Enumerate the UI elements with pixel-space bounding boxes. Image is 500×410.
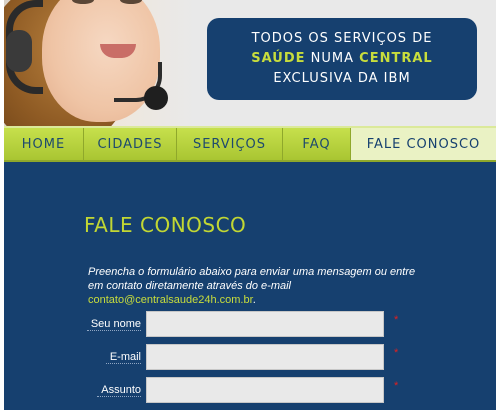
form-row-name: Seu nome * <box>4 311 496 339</box>
email-field[interactable] <box>146 344 384 370</box>
name-field[interactable] <box>146 311 384 337</box>
form-row-email: E-mail * <box>4 344 496 372</box>
nav-item-faq[interactable]: FAQ <box>283 128 351 160</box>
page: TODOS OS SERVIÇOS DE SAÚDE NUMA CENTRAL … <box>4 0 496 410</box>
required-mark: * <box>394 380 399 392</box>
required-mark: * <box>394 314 399 326</box>
nav-item-home[interactable]: HOME <box>4 128 84 160</box>
subject-field[interactable] <box>146 377 384 403</box>
banner-line-2: SAÚDE NUMA CENTRAL <box>251 51 433 66</box>
nav-item-servicos[interactable]: SERVIÇOS <box>177 128 283 160</box>
promo-banner: TODOS OS SERVIÇOS DE SAÚDE NUMA CENTRAL … <box>207 18 477 100</box>
intro-text: Preencha o formulário abaixo para enviar… <box>88 266 416 306</box>
microphone-icon <box>144 86 168 110</box>
page-title: FALE CONOSCO <box>84 213 247 237</box>
nav-item-cidades[interactable]: CIDADES <box>84 128 177 160</box>
main-nav: HOME CIDADES SERVIÇOS FAQ FALE CONOSCO <box>4 126 496 162</box>
name-label: Seu nome <box>86 318 141 331</box>
banner-line-3: EXCLUSIVA DA IBM <box>273 71 411 86</box>
email-label: E-mail <box>105 351 141 364</box>
contact-email-link[interactable]: contato@centralsaude24h.com.br <box>88 294 253 306</box>
nav-item-fale-conosco[interactable]: FALE CONOSCO <box>351 128 496 160</box>
earcup-icon <box>6 30 32 72</box>
subject-label: Assunto <box>97 384 141 397</box>
banner-line-1: TODOS OS SERVIÇOS DE <box>251 31 433 46</box>
required-mark: * <box>394 347 399 359</box>
agent-photo <box>4 0 194 126</box>
header: TODOS OS SERVIÇOS DE SAÚDE NUMA CENTRAL … <box>4 0 496 126</box>
form-row-subject: Assunto * <box>4 377 496 405</box>
